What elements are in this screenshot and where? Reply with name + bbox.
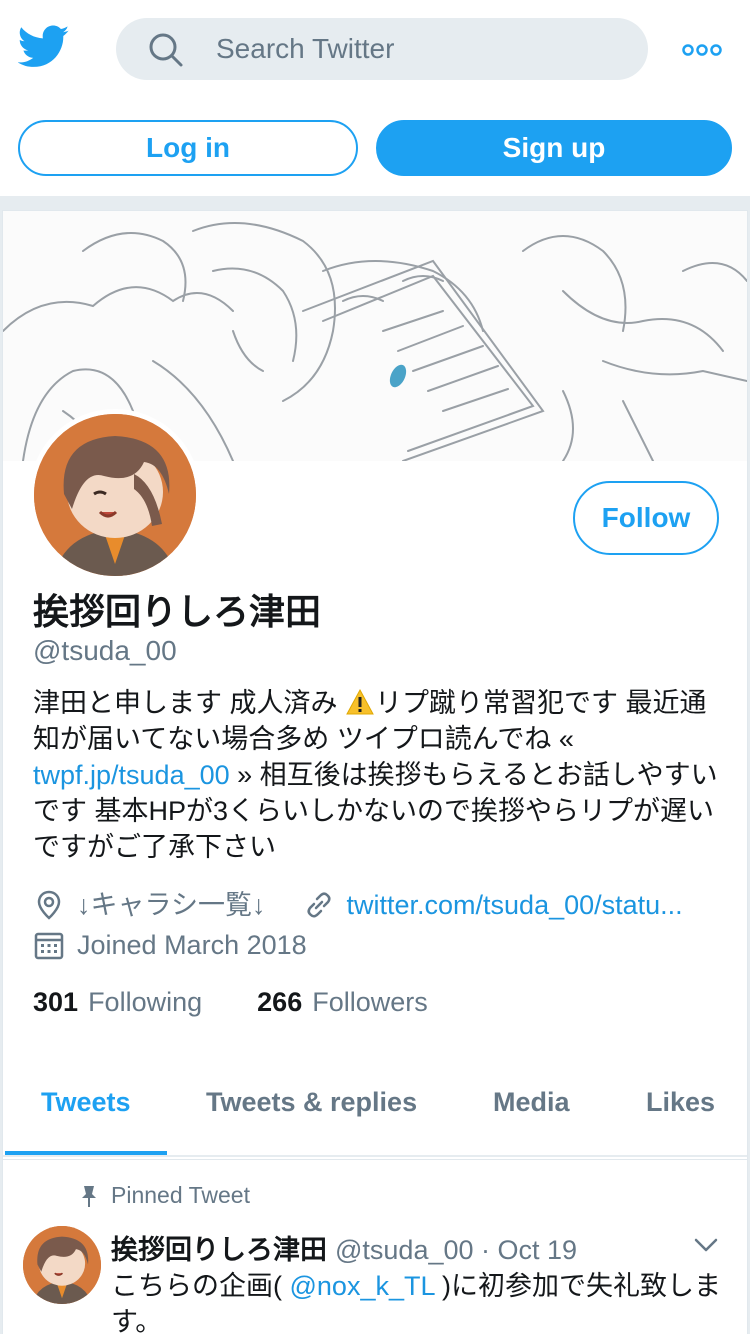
tweet-text-before: こちらの企画( <box>111 1271 290 1301</box>
profile-bio: 津田と申します 成人済み リプ蹴り常習犯です 最近通知が届いてない場合多め ツイ… <box>33 685 723 865</box>
warning-icon <box>346 688 374 715</box>
tab-tweets[interactable]: Tweets <box>41 1087 131 1123</box>
avatar-image <box>34 414 196 576</box>
calendar-icon <box>34 932 64 960</box>
bio-text-1: 津田と申します 成人済み <box>33 688 346 718</box>
twitter-logo-icon[interactable] <box>18 24 70 70</box>
bio-link[interactable]: twpf.jp/tsuda_00 <box>33 760 230 790</box>
followers-label: Followers <box>312 987 428 1017</box>
pinned-label-text: Pinned Tweet <box>111 1182 250 1208</box>
profile-handle: @tsuda_00 <box>33 635 177 666</box>
pinned-tweet[interactable]: Pinned Tweet 挨拶回りしろ津田 @tsuda_00 · Oct 19 … <box>2 1160 748 1334</box>
followers-count: 266 <box>257 987 303 1017</box>
tab-tweets-and-replies[interactable]: Tweets & replies <box>206 1087 417 1123</box>
profile-meta-joined: Joined March 2018 <box>33 927 307 963</box>
tweet-header: 挨拶回りしろ津田 @tsuda_00 · Oct 19 <box>111 1228 577 1267</box>
profile-meta-location-website: ↓キャラシ一覧↓ twitter.com/tsuda_00/statu... <box>33 887 683 923</box>
location-icon <box>37 890 61 920</box>
tweet-mention-link[interactable]: @nox_k_TL <box>290 1271 435 1301</box>
search-input[interactable] <box>216 28 616 70</box>
tweet-author-avatar[interactable] <box>23 1226 101 1304</box>
login-button[interactable]: Log in <box>18 120 358 176</box>
profile-joined-date: Joined March 2018 <box>77 930 307 960</box>
profile-website-link[interactable]: twitter.com/tsuda_00/statu... <box>347 890 683 920</box>
more-icon[interactable] <box>682 38 722 62</box>
tweet-text: こちらの企画( @nox_k_TL )に初参加で失礼致します。 <box>111 1268 721 1334</box>
search-bar[interactable] <box>116 18 648 80</box>
followers-stat[interactable]: 266 Followers <box>257 987 428 1017</box>
profile-location: ↓キャラシ一覧↓ <box>77 890 266 920</box>
top-bar: Log in Sign up <box>0 0 750 198</box>
tweet-separator: · <box>473 1235 498 1265</box>
profile-name: 挨拶回りしろ津田 <box>33 591 322 632</box>
tab-likes[interactable]: Likes <box>646 1087 715 1123</box>
following-label: Following <box>88 987 203 1017</box>
tweet-avatar-image <box>23 1226 101 1304</box>
profile-tabs: Tweets Tweets & replies Media Likes <box>3 1071 747 1157</box>
chevron-down-icon[interactable] <box>693 1236 719 1254</box>
following-count: 301 <box>33 987 79 1017</box>
profile-avatar[interactable] <box>29 409 201 581</box>
tab-media[interactable]: Media <box>493 1087 570 1123</box>
pinned-tweet-label: Pinned Tweet <box>79 1182 250 1209</box>
tweet-author-name[interactable]: 挨拶回りしろ津田 <box>111 1235 327 1265</box>
tweet-date[interactable]: Oct 19 <box>498 1235 578 1265</box>
signup-button[interactable]: Sign up <box>376 120 732 176</box>
pin-icon <box>82 1186 96 1207</box>
following-stat[interactable]: 301 Following <box>33 987 202 1017</box>
tweet-author-handle[interactable]: @tsuda_00 <box>335 1235 474 1265</box>
active-tab-indicator <box>5 1151 167 1155</box>
search-icon <box>149 33 183 67</box>
follow-button[interactable]: Follow <box>573 481 719 555</box>
profile-card: Follow 挨拶回りしろ津田 @tsuda_00 津田と申します 成人済み リ… <box>2 210 748 1160</box>
profile-stats: 301 Following 266 Followers <box>33 987 428 1018</box>
link-icon <box>306 892 331 918</box>
